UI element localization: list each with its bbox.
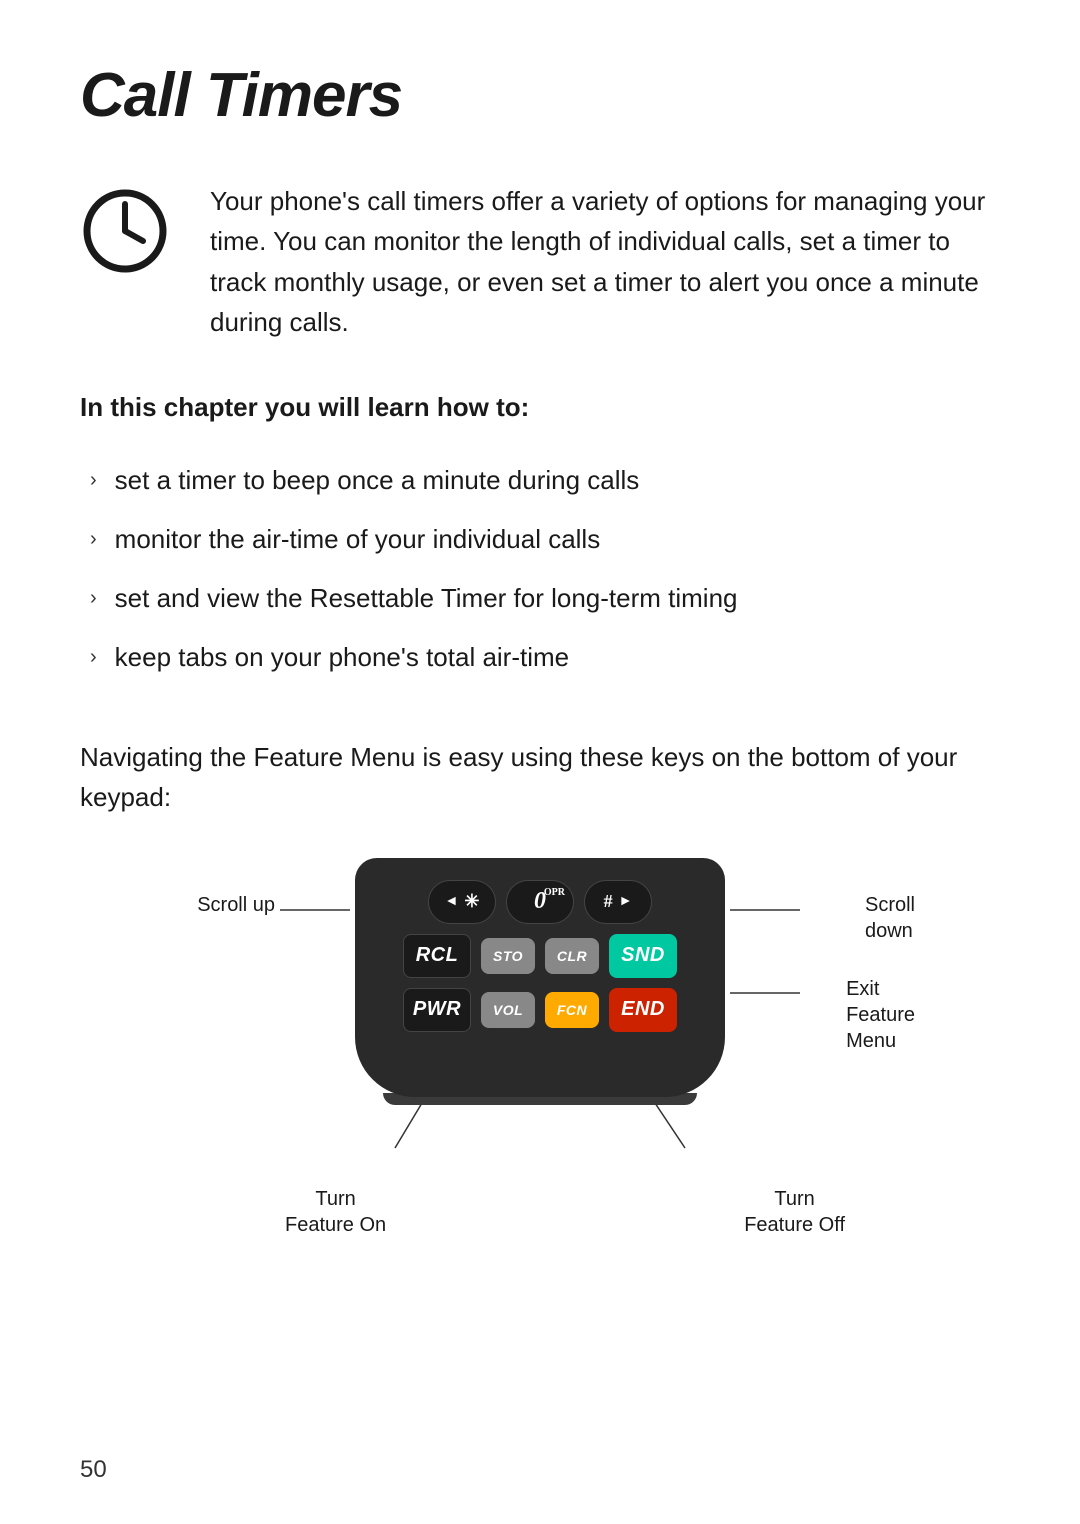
key-end: END bbox=[609, 988, 677, 1032]
scroll-down-label: Scrolldown bbox=[865, 892, 915, 944]
list-item: › monitor the air-time of your individua… bbox=[90, 510, 1000, 569]
turn-feature-on-label: TurnFeature On bbox=[285, 1186, 386, 1238]
keypad-box: ◄ ✳ OPR 0 # ► bbox=[355, 858, 725, 1105]
right-arrow: ► bbox=[619, 894, 633, 910]
chapter-heading: In this chapter you will learn how to: bbox=[80, 392, 1000, 423]
key-clr: CLR bbox=[545, 938, 599, 974]
list-item-text: monitor the air-time of your individual … bbox=[115, 520, 601, 559]
page-title: Call Timers bbox=[80, 60, 1000, 131]
keypad-row-1: ◄ ✳ OPR 0 # ► bbox=[375, 880, 705, 924]
scroll-up-label: Scroll up bbox=[165, 892, 275, 918]
keypad-row-3: PWR VOL FCN END bbox=[375, 988, 705, 1032]
bullet-marker: › bbox=[90, 465, 97, 495]
list-item-text: set and view the Resettable Timer for lo… bbox=[115, 579, 738, 618]
key-zero-opr-label: OPR bbox=[544, 887, 565, 898]
key-fcn: FCN bbox=[545, 992, 599, 1028]
key-zero: OPR 0 bbox=[506, 880, 574, 924]
hash-symbol: # bbox=[604, 891, 613, 912]
bullet-marker: › bbox=[90, 524, 97, 554]
key-sto: STO bbox=[481, 938, 535, 974]
key-vol: VOL bbox=[481, 992, 535, 1028]
list-item: › set and view the Resettable Timer for … bbox=[90, 569, 1000, 628]
nav-paragraph: Navigating the Feature Menu is easy usin… bbox=[80, 737, 1000, 818]
clock-icon bbox=[80, 186, 170, 276]
key-hash-right: # ► bbox=[584, 880, 652, 924]
keypad-body: ◄ ✳ OPR 0 # ► bbox=[355, 858, 725, 1097]
intro-paragraph: Your phone's call timers offer a variety… bbox=[210, 181, 1000, 342]
page-number: 50 bbox=[80, 1456, 107, 1484]
key-rcl: RCL bbox=[403, 934, 471, 978]
list-item-text: keep tabs on your phone's total air-time bbox=[115, 638, 569, 677]
keypad-row-2: RCL STO CLR SND bbox=[375, 934, 705, 978]
key-pwr: PWR bbox=[403, 988, 471, 1032]
keypad-with-labels: Scroll up Scrolldown ExitFeatureMenu Tur… bbox=[165, 858, 915, 1258]
keypad-diagram: Scroll up Scrolldown ExitFeatureMenu Tur… bbox=[165, 858, 915, 1258]
exit-feature-menu-label: ExitFeatureMenu bbox=[846, 976, 915, 1054]
key-snd: SND bbox=[609, 934, 677, 978]
list-item: › keep tabs on your phone's total air-ti… bbox=[90, 628, 1000, 687]
intro-section: Your phone's call timers offer a variety… bbox=[80, 181, 1000, 342]
key-left-star: ◄ ✳ bbox=[428, 880, 496, 924]
bullet-marker: › bbox=[90, 583, 97, 613]
list-item-text: set a timer to beep once a minute during… bbox=[115, 461, 640, 500]
list-item: › set a timer to beep once a minute duri… bbox=[90, 451, 1000, 510]
turn-feature-off-label: TurnFeature Off bbox=[744, 1186, 845, 1238]
bullet-list: › set a timer to beep once a minute duri… bbox=[80, 451, 1000, 687]
bullet-marker: › bbox=[90, 642, 97, 672]
